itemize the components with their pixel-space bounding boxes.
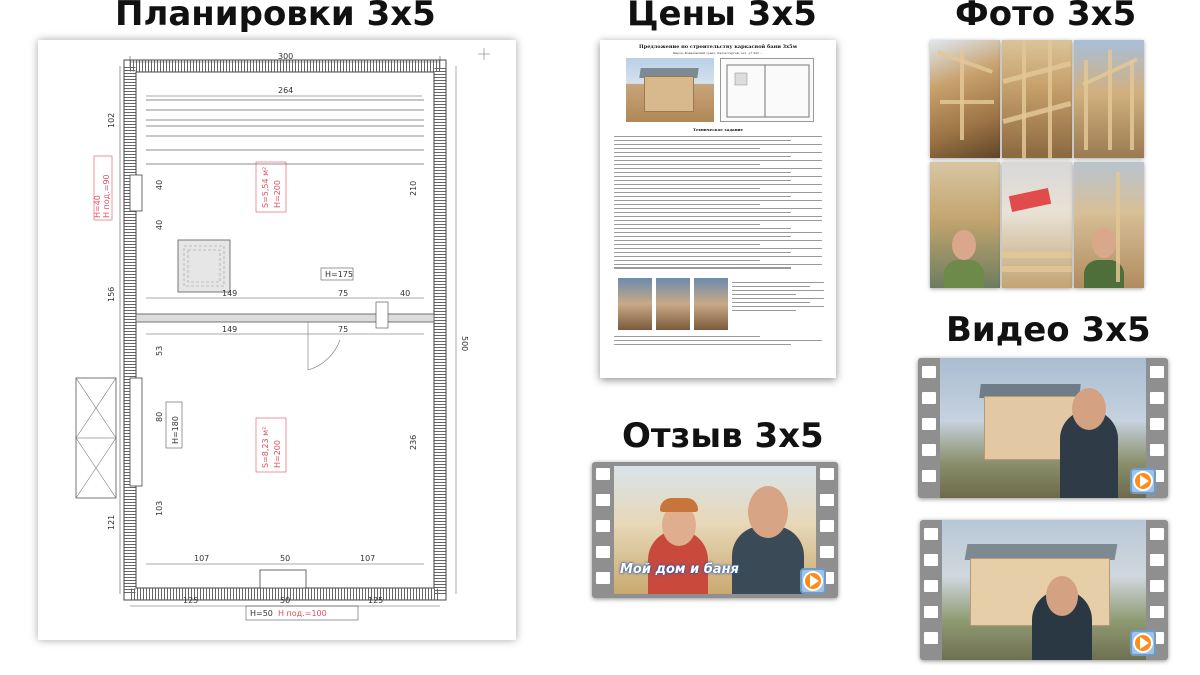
video-thumbnail-1[interactable] (918, 358, 1168, 498)
price-doc-mini-plan (720, 58, 814, 122)
dim-left-156: 156 (107, 287, 116, 302)
dim-right-210: 210 (409, 181, 418, 196)
dim-bottom-50b: 50 (280, 596, 290, 605)
dim-left-40a: 40 (155, 180, 164, 190)
dim-mid-75b: 75 (338, 325, 348, 334)
price-document-card[interactable]: Предложение по строительству каркасной б… (600, 40, 836, 378)
price-doc-title: Предложение по строительству каркасной б… (639, 44, 797, 50)
review-heading: Отзыв 3х5 (622, 416, 824, 456)
dim-mid-149b: 149 (222, 325, 237, 334)
dim-length-total: 500 (460, 336, 469, 351)
dim-mid-75a: 75 (338, 289, 348, 298)
dim-bottom-125b: 125 (368, 596, 383, 605)
steam-room-area: S=5,54 м² (261, 167, 270, 208)
price-doc-text-block (614, 136, 822, 271)
dim-mid-40: 40 (400, 289, 410, 298)
play-button-icon[interactable] (1130, 468, 1156, 494)
dim-left-40b: 40 (155, 220, 164, 230)
bottom-window-height: H=50 (250, 609, 273, 618)
window-left-height: H=40 (93, 195, 102, 218)
video-heading: Видео 3х5 (946, 310, 1151, 350)
price-doc-house-photo (626, 58, 714, 122)
prices-heading: Цены 3х5 (627, 0, 817, 34)
frame-construction-photo-3[interactable] (1074, 40, 1144, 158)
frame-construction-photo-2[interactable] (1002, 40, 1072, 158)
video-thumbnail-2[interactable] (920, 520, 1168, 660)
dim-left-top: 102 (107, 113, 116, 128)
insulation-photo[interactable] (1002, 162, 1072, 288)
dim-left-53: 53 (155, 346, 164, 356)
wash-room-height: H=200 (273, 440, 282, 468)
dim-right-236: 236 (409, 435, 418, 450)
builder-selfie-photo-1[interactable] (930, 162, 1000, 288)
dim-bottom-125a: 125 (183, 596, 198, 605)
dim-left-121: 121 (107, 515, 116, 530)
frame-construction-photo-1[interactable] (930, 40, 1000, 158)
play-button-icon[interactable] (800, 568, 826, 594)
dim-left-80: 80 (155, 412, 164, 422)
partition-window-height: H=175 (325, 270, 353, 279)
bottom-window-sill: H под.=100 (278, 609, 327, 618)
floor-plan-drawing: 300 264 102 40 40 156 53 80 103 121 H=40… (75, 48, 490, 621)
builder-selfie-photo-2[interactable] (1074, 162, 1144, 288)
dim-width-inner: 264 (278, 86, 293, 95)
window-left-sill: H под.=90 (102, 174, 111, 218)
plans-heading: Планировки 3х5 (115, 0, 436, 34)
wash-room-area: S=8,23 м² (261, 427, 270, 468)
dim-bottom-50: 50 (280, 554, 290, 563)
dim-bottom-107b: 107 (360, 554, 375, 563)
dim-mid-149a: 149 (222, 289, 237, 298)
dim-bottom-107a: 107 (194, 554, 209, 563)
price-doc-photos (618, 278, 730, 330)
floor-plan-card[interactable]: 300 264 102 40 40 156 53 80 103 121 H=40… (38, 40, 516, 640)
review-video-thumbnail[interactable]: Мой дом и баня (592, 462, 838, 598)
dim-left-103: 103 (155, 501, 164, 516)
door-height: H=180 (171, 416, 180, 444)
photos-heading: Фото 3х5 (955, 0, 1137, 34)
play-button-icon[interactable] (1130, 630, 1156, 656)
steam-room-height: H=200 (273, 180, 282, 208)
price-doc-subtitle: Киров, Ковалёвский тракт, Ляхов Сергей, … (672, 51, 764, 55)
review-overlay-caption: Мой дом и баня (620, 562, 739, 577)
price-doc-section-heading: Техническое задание (692, 127, 744, 132)
